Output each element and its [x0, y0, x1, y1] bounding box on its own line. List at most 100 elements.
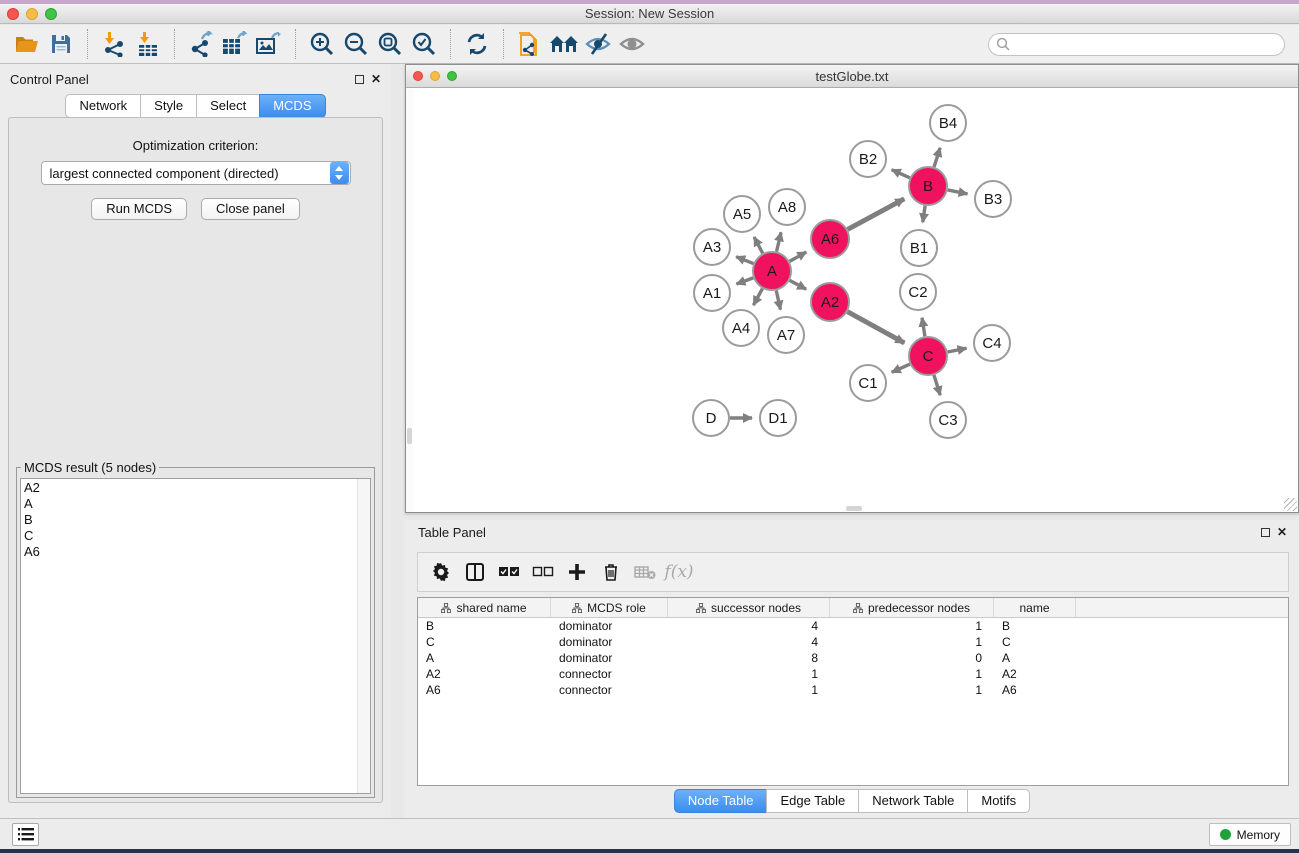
tab-network[interactable]: Network [65, 94, 141, 118]
node-A3[interactable]: A3 [694, 229, 730, 265]
node-B3[interactable]: B3 [975, 181, 1011, 217]
edge-C-C1[interactable] [892, 364, 910, 372]
delete-table-icon[interactable] [630, 557, 660, 587]
close-panel-button[interactable]: Close panel [201, 198, 300, 220]
edge-A-A4[interactable] [753, 289, 762, 306]
edge-A-A8[interactable] [777, 232, 782, 251]
new-network-icon[interactable] [513, 28, 547, 60]
table-cell[interactable]: A6 [418, 682, 551, 698]
node-C4[interactable]: C4 [974, 325, 1010, 361]
node-A[interactable]: A [753, 252, 791, 290]
show-selected-icon[interactable] [615, 28, 649, 60]
tab-motifs[interactable]: Motifs [967, 789, 1030, 813]
delete-column-icon[interactable] [596, 557, 626, 587]
node-B1[interactable]: B1 [901, 230, 937, 266]
save-session-icon[interactable] [44, 28, 78, 60]
edge-A-A6[interactable] [790, 252, 807, 261]
deselect-all-checkboxes-icon[interactable] [528, 557, 558, 587]
node-C2[interactable]: C2 [900, 274, 936, 310]
table-cell[interactable]: A6 [994, 682, 1076, 698]
network-canvas[interactable]: AA1A2A3A4A5A6A7A8BB1B2B3B4CC1C2C3C4DD1 [406, 89, 1298, 512]
mcds-result-item[interactable]: A [24, 496, 370, 512]
table-cell[interactable]: dominator [551, 650, 668, 666]
hide-selected-icon[interactable] [581, 28, 615, 60]
edge-B-B3[interactable] [948, 190, 968, 194]
table-cell[interactable]: connector [551, 682, 668, 698]
node-A8[interactable]: A8 [769, 189, 805, 225]
node-C1[interactable]: C1 [850, 365, 886, 401]
node-table[interactable]: shared nameMCDS rolesuccessor nodesprede… [417, 597, 1289, 786]
node-A1[interactable]: A1 [694, 275, 730, 311]
table-row[interactable]: A2connector11A2 [418, 666, 1288, 682]
edge-B-B4[interactable] [934, 148, 940, 167]
zoom-selected-icon[interactable] [407, 28, 441, 60]
export-image-icon[interactable] [252, 28, 286, 60]
table-cell[interactable]: 1 [830, 618, 994, 634]
node-D1[interactable]: D1 [760, 400, 796, 436]
run-mcds-button[interactable]: Run MCDS [91, 198, 187, 220]
edge-A-A2[interactable] [790, 280, 807, 289]
edge-A-A7[interactable] [776, 291, 780, 310]
table-cell[interactable]: B [994, 618, 1076, 634]
float-table-panel-icon[interactable] [1261, 528, 1270, 537]
node-A4[interactable]: A4 [723, 310, 759, 346]
zoom-fit-icon[interactable] [373, 28, 407, 60]
table-row[interactable]: Cdominator41C [418, 634, 1288, 650]
tab-node-table[interactable]: Node Table [674, 789, 768, 813]
table-cell[interactable]: 1 [668, 666, 830, 682]
network-vertical-scrollbar[interactable] [406, 89, 413, 512]
table-cell[interactable]: B [418, 618, 551, 634]
table-row[interactable]: A6connector11A6 [418, 682, 1288, 698]
memory-button[interactable]: Memory [1209, 823, 1291, 846]
table-header-row[interactable]: shared nameMCDS rolesuccessor nodesprede… [418, 598, 1288, 618]
table-cell[interactable]: 1 [668, 682, 830, 698]
node-C3[interactable]: C3 [930, 402, 966, 438]
tab-network-table[interactable]: Network Table [858, 789, 968, 813]
table-cell[interactable]: 4 [668, 618, 830, 634]
table-cell[interactable]: 1 [830, 634, 994, 650]
table-cell[interactable]: connector [551, 666, 668, 682]
mcds-result-list[interactable]: A2ABCA6 [20, 478, 371, 794]
add-column-icon[interactable] [562, 557, 592, 587]
open-session-icon[interactable] [10, 28, 44, 60]
table-cell[interactable]: 0 [830, 650, 994, 666]
import-table-icon[interactable] [131, 28, 165, 60]
table-cell[interactable]: 1 [830, 666, 994, 682]
apply-layout-icon[interactable] [460, 28, 494, 60]
edge-C-C4[interactable] [948, 348, 967, 352]
node-B2[interactable]: B2 [850, 141, 886, 177]
edge-C-C2[interactable] [922, 318, 925, 337]
edge-A-A3[interactable] [736, 257, 753, 264]
function-builder-icon[interactable]: f(x) [664, 557, 694, 587]
table-cell[interactable]: 4 [668, 634, 830, 650]
edge-A-A5[interactable] [754, 237, 763, 253]
list-scrollbar[interactable] [357, 479, 370, 793]
show-panels-list-button[interactable] [12, 823, 39, 846]
table-cell[interactable]: A [994, 650, 1076, 666]
node-B4[interactable]: B4 [930, 105, 966, 141]
window-resize-grip[interactable] [1284, 498, 1297, 511]
tab-select[interactable]: Select [196, 94, 260, 118]
edge-A6-B[interactable] [848, 199, 905, 230]
zoom-in-icon[interactable] [305, 28, 339, 60]
optimization-criterion-select[interactable]: largest connected component (directed) [41, 161, 351, 185]
export-network-icon[interactable] [184, 28, 218, 60]
tab-style[interactable]: Style [140, 94, 197, 118]
mcds-result-item[interactable]: C [24, 528, 370, 544]
column-header-MCDS-role[interactable]: MCDS role [551, 598, 668, 617]
node-B[interactable]: B [909, 167, 947, 205]
tab-edge-table[interactable]: Edge Table [766, 789, 859, 813]
close-panel-icon[interactable]: ✕ [371, 75, 381, 84]
float-panel-icon[interactable] [355, 75, 364, 84]
table-cell[interactable]: C [418, 634, 551, 650]
edge-A2-C[interactable] [848, 312, 905, 343]
node-A5[interactable]: A5 [724, 196, 760, 232]
table-row[interactable]: Adominator80A [418, 650, 1288, 666]
edge-A-A1[interactable] [736, 278, 753, 284]
tab-mcds[interactable]: MCDS [259, 94, 325, 118]
edge-C-C3[interactable] [934, 375, 940, 395]
network-window-titlebar[interactable]: testGlobe.txt [406, 65, 1298, 88]
table-cell[interactable]: A2 [418, 666, 551, 682]
column-header-shared-name[interactable]: shared name [418, 598, 551, 617]
table-cell[interactable]: A [418, 650, 551, 666]
